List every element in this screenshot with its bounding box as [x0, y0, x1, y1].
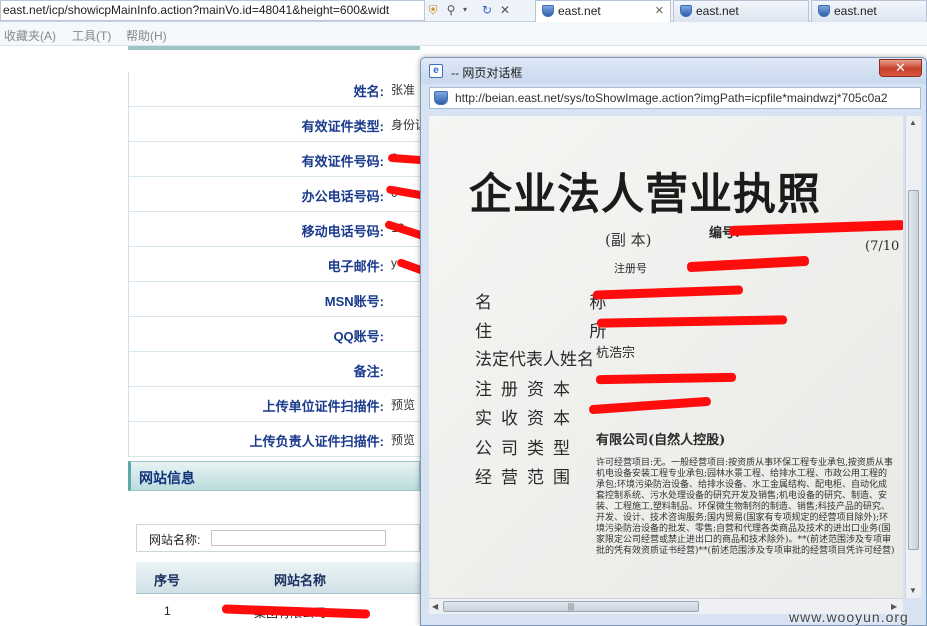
- dialog-title: -- 网页对话框: [451, 66, 523, 80]
- compat-view-icon[interactable]: ⛨: [426, 3, 440, 17]
- redaction-mark: [686, 255, 810, 273]
- site-name-label: 网站名称:: [149, 533, 201, 547]
- info-row-person-scan: 上传负责人证件扫描件: 预览: [129, 422, 420, 457]
- row-index: 1: [164, 604, 171, 618]
- vertical-scrollbar[interactable]: ▲ ▼: [905, 116, 921, 598]
- web-dialog: e -- 网页对话框 ✕ http://beian.east.net/sys/t…: [420, 57, 927, 626]
- scroll-up-icon[interactable]: ▲: [909, 118, 917, 127]
- info-label: 上传负责人证件扫描件:: [249, 434, 384, 449]
- license-page-indicator: (7/10: [865, 239, 900, 254]
- owner-info-table: 姓名: 张准 有效证件类型: 身份证 有效证件号码: 3 办公电话号码: 0 移…: [128, 72, 427, 457]
- info-row-id-number: 有效证件号码: 3: [129, 142, 420, 177]
- site-name-input[interactable]: [211, 530, 386, 546]
- site-search-box: 网站名称:: [136, 524, 420, 552]
- tab-label: east.net: [696, 4, 739, 18]
- scroll-down-icon[interactable]: ▼: [909, 586, 917, 595]
- license-reg-label: 注册号: [614, 262, 647, 275]
- refresh-icon[interactable]: ↻: [480, 3, 494, 17]
- section-divider: [128, 46, 420, 50]
- tab-3[interactable]: east.net: [811, 0, 927, 22]
- stop-icon[interactable]: ✕: [498, 3, 512, 17]
- address-bar: east.net/icp/showicpMainInfo.action?main…: [0, 0, 927, 22]
- preview-link[interactable]: 预览: [391, 431, 415, 448]
- preview-link[interactable]: 预览: [391, 396, 415, 413]
- license-field-paid-capital: 实收资本: [475, 409, 579, 429]
- license-legal-rep-value: 杭浩宗: [596, 346, 636, 361]
- tab-label: east.net: [834, 4, 877, 18]
- site-favicon-icon: [680, 5, 692, 17]
- license-scope-text: 许可经营项目:无。一般经营项目:按资质从事环保工程专业承包,按资质从事机电设备安…: [596, 458, 895, 556]
- scroll-left-icon[interactable]: ◀: [432, 602, 438, 611]
- info-label: 有效证件类型:: [301, 119, 384, 134]
- info-row-mobile: 移动电话号码: 13: [129, 212, 420, 247]
- close-button[interactable]: ✕: [879, 59, 922, 77]
- info-row-name: 姓名: 张准: [129, 72, 420, 107]
- info-label: 移动电话号码:: [301, 224, 384, 239]
- dialog-url: http://beian.east.net/sys/toShowImage.ac…: [455, 91, 888, 105]
- info-row-office-phone: 办公电话号码: 0: [129, 177, 420, 212]
- section-title: 网站信息: [139, 470, 195, 486]
- license-title: 企业法人营业执照: [469, 170, 821, 220]
- redaction-mark: [595, 372, 737, 385]
- info-label: 备注:: [353, 364, 384, 379]
- info-label: QQ账号:: [333, 329, 384, 344]
- info-row-email: 电子邮件: y: [129, 247, 420, 282]
- close-tab-icon[interactable]: ✕: [655, 1, 664, 22]
- dialog-address-bar: http://beian.east.net/sys/toShowImage.ac…: [429, 87, 921, 109]
- license-field-legal-rep: 法定代表人姓名: [475, 350, 594, 370]
- menu-tools[interactable]: 工具(T): [72, 27, 111, 44]
- license-subtitle: (副 本): [605, 231, 652, 249]
- tab-2[interactable]: east.net: [673, 0, 809, 22]
- scroll-thumb[interactable]: |||: [443, 601, 699, 612]
- column-header-index: 序号: [154, 573, 181, 588]
- info-label: 办公电话号码:: [301, 189, 384, 204]
- ie-page-icon: e: [429, 64, 443, 78]
- business-license-scan: 企业法人营业执照 (副 本) 编号: (7/10 注册号 名 称 住 所 法定代…: [429, 116, 903, 598]
- menu-help[interactable]: 帮助(H): [126, 27, 167, 44]
- info-label: 有效证件号码:: [301, 154, 384, 169]
- menu-favorites[interactable]: 收藏夹(A): [4, 27, 56, 44]
- dialog-content: 企业法人营业执照 (副 本) 编号: (7/10 注册号 名 称 住 所 法定代…: [429, 116, 903, 598]
- info-label: 上传单位证件扫描件:: [262, 399, 384, 414]
- site-favicon-icon: [818, 5, 830, 17]
- info-row-id-type: 有效证件类型: 身份证: [129, 107, 427, 142]
- license-company-type-value: 有限公司(自然人控股): [596, 433, 726, 448]
- site-favicon-icon: [542, 5, 554, 17]
- info-label: 姓名:: [353, 84, 384, 99]
- dialog-titlebar[interactable]: e -- 网页对话框 ✕: [421, 58, 926, 84]
- tab-label: east.net: [558, 4, 601, 18]
- info-row-org-scan: 上传单位证件扫描件: 预览: [129, 387, 420, 422]
- search-icon[interactable]: ⚲: [444, 3, 458, 17]
- info-row-msn: MSN账号:: [129, 282, 420, 317]
- site-table-header: 序号 网站名称: [136, 562, 420, 594]
- redaction-mark: [728, 219, 903, 237]
- tab-1[interactable]: east.net ✕: [535, 0, 671, 22]
- url-field[interactable]: east.net/icp/showicpMainInfo.action?main…: [0, 0, 425, 21]
- info-label: MSN账号:: [324, 294, 384, 309]
- watermark: www.wooyun.org: [789, 609, 909, 625]
- info-label: 电子邮件:: [327, 259, 384, 274]
- license-field-scope: 经营范围: [475, 468, 579, 488]
- dropdown-icon[interactable]: ▾: [458, 3, 472, 17]
- site-info-header: 网站信息: [128, 461, 420, 491]
- scroll-thumb[interactable]: [908, 190, 919, 550]
- info-row-qq: QQ账号:: [129, 317, 420, 352]
- info-row-remark: 备注:: [129, 352, 420, 387]
- license-field-company-type: 公司类型: [475, 439, 579, 459]
- page-icon: [434, 91, 448, 105]
- column-header-site-name: 网站名称: [274, 573, 327, 588]
- redaction-mark: [588, 396, 712, 415]
- license-field-reg-capital: 注册资本: [475, 380, 579, 400]
- redaction-mark: [596, 315, 788, 328]
- menu-bar: 收藏夹(A) 工具(T) 帮助(H): [0, 22, 927, 46]
- info-value: 张准: [391, 83, 416, 97]
